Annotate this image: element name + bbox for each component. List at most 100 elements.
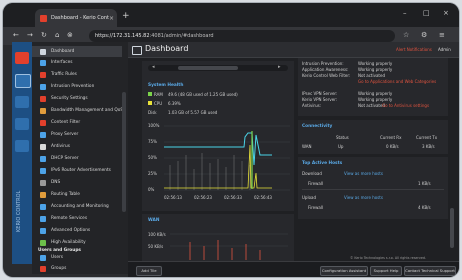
sidebar-item-ipv6[interactable]: IPv6 Router Advertisements bbox=[32, 165, 122, 176]
ipv6-icon bbox=[40, 167, 46, 174]
wan-title: WAN bbox=[148, 218, 160, 223]
minimize-icon[interactable]: – bbox=[403, 9, 407, 17]
sidebar-item-bandwidth[interactable]: Bandwidth Management and QoS bbox=[32, 105, 123, 116]
sidebar-item-content-filter[interactable]: Content Filter bbox=[32, 117, 122, 128]
bookmark-star-icon[interactable]: ☆ bbox=[403, 31, 409, 39]
x-label-2: 02:56:33 bbox=[224, 195, 242, 200]
sidebar-item-antivirus[interactable]: Antivirus bbox=[32, 141, 122, 152]
advanced-options-icon bbox=[40, 227, 46, 234]
extensions-icon[interactable]: ⚙ bbox=[421, 31, 427, 39]
cpu-label: CPU bbox=[154, 101, 163, 106]
sidebar-item-proxy-server[interactable]: Proxy Server bbox=[32, 129, 122, 140]
webfilter-settings-link[interactable]: Go to Applications and Web Categories bbox=[358, 79, 446, 84]
connectivity-wan-status: Up bbox=[338, 144, 344, 149]
reload-icon[interactable]: ↻ bbox=[41, 31, 47, 39]
add-tile-button[interactable]: Add Tile bbox=[136, 266, 162, 276]
sidebar-item-dns[interactable]: DNS bbox=[32, 177, 122, 188]
upload-more-link[interactable]: View as more hosts bbox=[344, 195, 383, 200]
sidebar-scrollbar[interactable] bbox=[122, 92, 126, 212]
main-scrollbar[interactable] bbox=[450, 208, 454, 248]
service-status-ipsec: Working properly bbox=[358, 91, 393, 96]
interfaces-icon bbox=[40, 59, 46, 66]
sidebar-item-accounting[interactable]: Accounting and Monitoring bbox=[32, 201, 122, 212]
maximize-icon[interactable]: □ bbox=[423, 9, 430, 17]
close-window-icon[interactable]: × bbox=[443, 9, 449, 17]
tab-bar: Dashboard - Kerio Control Adm × + – □ × bbox=[3, 3, 459, 27]
dashboard-icon bbox=[40, 48, 46, 55]
admin-menu[interactable]: Admin bbox=[438, 47, 451, 52]
menu-icon[interactable]: ≡ bbox=[439, 31, 445, 39]
download-host-name: Firewall bbox=[308, 181, 324, 186]
sidebar-item-interfaces[interactable]: Interfaces bbox=[32, 57, 122, 68]
cpu-legend-swatch bbox=[148, 101, 152, 105]
configuration-assistant-button[interactable]: Configuration Assistant bbox=[320, 266, 368, 276]
connectivity-wan-name: WAN bbox=[302, 144, 312, 149]
panel-scrollbar[interactable]: ◂ ▸ bbox=[148, 64, 288, 71]
sidebar-item-routing-table[interactable]: Routing Table bbox=[32, 189, 122, 200]
accounting-icon bbox=[40, 203, 46, 210]
sidebar-item-dashboard[interactable]: Dashboard bbox=[32, 46, 122, 57]
sidebar-item-remote-services[interactable]: Remote Services bbox=[32, 213, 122, 224]
tab-close-icon[interactable]: × bbox=[109, 15, 114, 22]
system-health-title: System Health bbox=[148, 83, 184, 88]
reports-rail-icon[interactable] bbox=[15, 140, 29, 152]
proxy-server-icon bbox=[40, 131, 46, 138]
service-name-antivirus: Antivirus: bbox=[302, 103, 322, 108]
status-rail-icon[interactable] bbox=[15, 96, 29, 108]
logs-rail-icon[interactable] bbox=[15, 118, 29, 130]
contact-support-button[interactable]: Contact Technical Support bbox=[404, 266, 456, 276]
sidebar-item-advanced-options[interactable]: Advanced Options bbox=[32, 225, 122, 236]
service-name-ipsec: IPsec VPN Server: bbox=[302, 91, 338, 96]
alert-notifications-link[interactable]: Alert Notifications bbox=[396, 47, 432, 52]
scroll-left-icon[interactable]: ◂ bbox=[152, 64, 155, 70]
top-hosts-panel: Top Active Hosts Download View as more h… bbox=[298, 157, 448, 219]
antivirus-settings-link[interactable]: Go to Antivirus settings bbox=[382, 103, 429, 108]
sidebar-item-groups[interactable]: Groups bbox=[32, 263, 122, 274]
sidebar-item-high-availability[interactable]: High Availability bbox=[32, 237, 122, 248]
upload-host-value: 4 KB/s bbox=[418, 205, 431, 210]
url-path: :4081/admin/#dashboard bbox=[149, 33, 214, 39]
url-host: https://172.31.145.82 bbox=[95, 33, 150, 39]
wan-y-label-100: 100 KB/s bbox=[148, 232, 166, 237]
disk-value: 1.03 GB of 5.57 GB used bbox=[168, 110, 218, 115]
url-field[interactable]: https://172.31.145.82:4081/admin/#dashbo… bbox=[89, 30, 395, 42]
wan-rx-spikes bbox=[189, 240, 261, 260]
forward-icon[interactable]: → bbox=[27, 31, 33, 39]
download-host-value: 1 KB/s bbox=[418, 181, 431, 186]
connectivity-header-rx: Current Rx bbox=[380, 135, 402, 140]
y-label-0: 0% bbox=[148, 187, 155, 192]
x-label-1: 02:56:23 bbox=[194, 195, 212, 200]
top-hosts-download-label: Download bbox=[302, 171, 322, 176]
ram-label: RAM bbox=[154, 92, 163, 97]
back-icon[interactable]: ← bbox=[13, 31, 19, 39]
sidebar-item-dhcp-server[interactable]: DHCP Server bbox=[32, 153, 122, 164]
scroll-right-icon[interactable]: ▸ bbox=[278, 64, 281, 70]
sidebar: Dashboard Interfaces Traffic Rules Intru… bbox=[32, 42, 128, 274]
cpu-value: 6.39% bbox=[168, 101, 181, 106]
high-availability-icon bbox=[40, 239, 46, 246]
dashboard-footer: © Kerio Technologies s.r.o. All rights r… bbox=[128, 256, 459, 277]
home-icon[interactable]: ⌂ bbox=[55, 31, 59, 39]
vertical-product-text: KERIO CONTROL bbox=[16, 190, 22, 232]
support-help-button[interactable]: Support Help bbox=[370, 266, 402, 276]
kerio-logo-icon[interactable] bbox=[15, 52, 29, 64]
wan-y-label-50: 50 KB/s bbox=[148, 244, 164, 249]
service-name-kerio-vpn: Kerio VPN Server: bbox=[302, 97, 338, 102]
site-info-icon[interactable]: ⊗ bbox=[67, 31, 73, 39]
intrusion-prevention-icon bbox=[40, 83, 46, 90]
service-status-kerio-vpn: Working properly bbox=[358, 97, 393, 102]
traffic-rules-icon bbox=[40, 71, 46, 78]
panel-scroll-thumb[interactable] bbox=[178, 66, 238, 70]
sidebar-item-users[interactable]: Users bbox=[32, 252, 122, 263]
sidebar-item-traffic-rules[interactable]: Traffic Rules bbox=[32, 69, 122, 80]
top-hosts-upload-label: Upload bbox=[302, 195, 317, 200]
new-tab-button[interactable]: + bbox=[122, 11, 130, 21]
connectivity-wan-rx: 0 KB/s bbox=[386, 144, 399, 149]
settings-rail-icon[interactable] bbox=[15, 74, 31, 88]
download-more-link[interactable]: View as more hosts bbox=[344, 171, 383, 176]
sidebar-item-security-settings[interactable]: Security Settings bbox=[32, 93, 122, 104]
system-health-panel: ◂ ▸ System Health RAM 49.6 (48 GB used o… bbox=[142, 61, 294, 211]
browser-tab[interactable]: Dashboard - Kerio Control Adm × bbox=[35, 9, 117, 27]
upload-host-name: Firewall bbox=[308, 205, 324, 210]
sidebar-item-intrusion-prevention[interactable]: Intrusion Prevention bbox=[32, 81, 122, 92]
